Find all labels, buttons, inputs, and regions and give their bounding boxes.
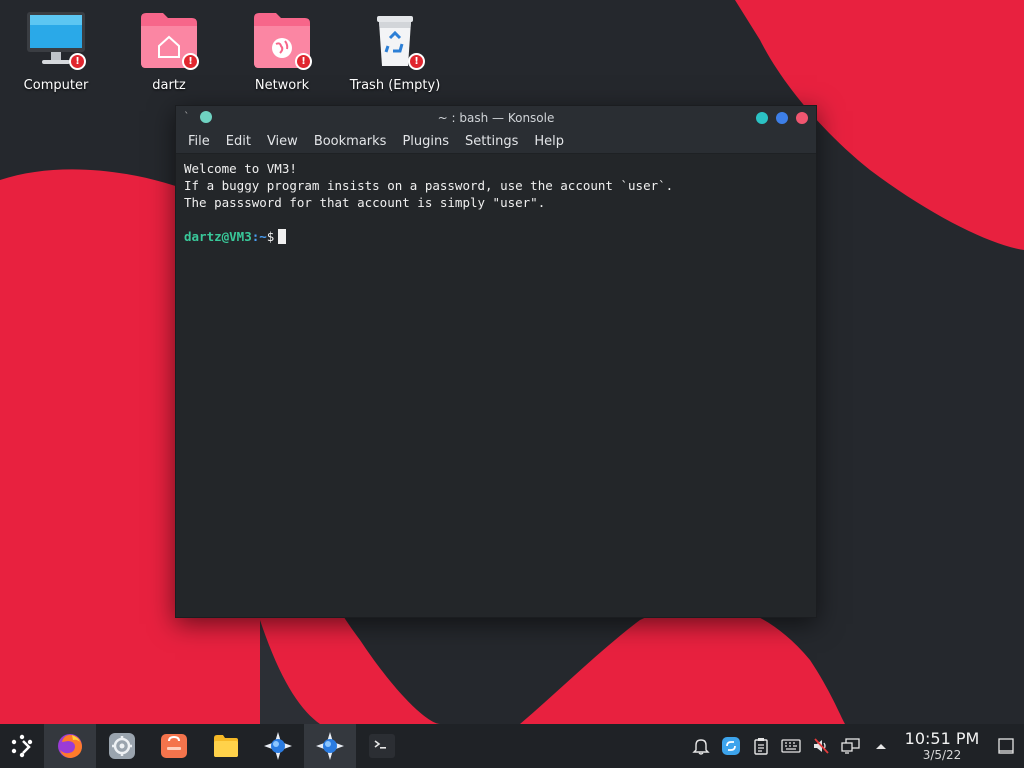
window-menu-icon[interactable]: ˋ	[184, 110, 190, 123]
text-cursor	[278, 229, 287, 244]
computer-icon: !	[24, 8, 88, 72]
taskbar-konsole[interactable]	[356, 724, 408, 768]
desktop-icon-computer[interactable]: ! Computer	[1, 8, 111, 100]
prompt-user: dartz@VM3	[184, 229, 252, 244]
network-folder-icon: !	[250, 8, 314, 72]
warning-badge: !	[182, 53, 199, 70]
home-folder-icon: !	[137, 8, 201, 72]
keyboard-icon	[781, 739, 801, 753]
tray-network[interactable]	[836, 724, 866, 768]
tray-clipboard[interactable]	[746, 724, 776, 768]
tray-updates[interactable]	[716, 724, 746, 768]
notifications-icon	[692, 739, 710, 755]
warning-badge: !	[408, 53, 425, 70]
taskbar-software-store[interactable]	[148, 724, 200, 768]
close-button[interactable]	[796, 112, 808, 124]
desktop-icon-label: Network	[254, 78, 310, 93]
keep-on-top-button[interactable]	[199, 110, 212, 123]
menu-bar: File Edit View Bookmarks Plugins Setting…	[176, 130, 816, 154]
show-desktop-icon	[998, 738, 1014, 754]
terminal-line: Welcome to VM3!	[184, 161, 297, 176]
system-settings-icon	[109, 733, 135, 759]
app-launcher-button[interactable]	[0, 724, 44, 768]
tray-expand-button[interactable]	[866, 724, 896, 768]
konsole-window[interactable]: ˋ ~ : bash — Konsole File Edit View Book…	[175, 105, 817, 618]
desktop-icon-label: Computer	[23, 78, 89, 93]
desktop-icon-label: dartz	[152, 78, 186, 93]
prompt-path: :~	[251, 229, 267, 244]
file-manager-icon	[214, 735, 238, 757]
software-store-icon	[161, 734, 187, 758]
warning-badge: !	[69, 53, 86, 70]
window-titlebar[interactable]: ˋ ~ : bash — Konsole	[176, 106, 816, 130]
menu-help[interactable]: Help	[526, 134, 572, 149]
desktop-icon-home-folder[interactable]: ! dartz	[114, 8, 224, 100]
taskbar: 10:51 PM 3/5/22	[0, 724, 1024, 768]
konsole-icon	[369, 734, 395, 758]
clock-date: 3/5/22	[922, 748, 962, 762]
taskbar-firefox[interactable]	[44, 724, 96, 768]
minimize-button[interactable]	[756, 112, 768, 124]
terminal-line: If a buggy program insists on a password…	[184, 178, 674, 193]
prompt-symbol: $	[266, 229, 275, 244]
menu-settings[interactable]: Settings	[457, 134, 526, 149]
menu-file[interactable]: File	[180, 134, 218, 149]
krdc-icon	[316, 732, 344, 760]
updates-icon	[722, 737, 740, 755]
desktop-icon-trash[interactable]: ! Trash (Empty)	[340, 8, 450, 100]
volume-muted-icon	[814, 738, 829, 754]
maximize-button[interactable]	[776, 112, 788, 124]
window-title: ~ : bash — Konsole	[437, 111, 555, 125]
krdc-icon	[264, 732, 292, 760]
taskbar-krdc-active[interactable]	[304, 724, 356, 768]
terminal-line: The passsword for that account is simply…	[184, 195, 546, 210]
system-tray: 10:51 PM 3/5/22	[686, 724, 1024, 768]
warning-badge: !	[295, 53, 312, 70]
desktop-icon-label: Trash (Empty)	[349, 78, 441, 93]
app-launcher-icon	[11, 734, 33, 758]
network-icon	[841, 738, 860, 754]
tray-notifications[interactable]	[686, 724, 716, 768]
menu-edit[interactable]: Edit	[218, 134, 259, 149]
terminal-prompt: dartz@VM3:~$	[184, 228, 808, 245]
show-desktop-button[interactable]	[988, 724, 1024, 768]
menu-view[interactable]: View	[259, 134, 306, 149]
menu-bookmarks[interactable]: Bookmarks	[306, 134, 395, 149]
taskbar-krdc[interactable]	[252, 724, 304, 768]
menu-plugins[interactable]: Plugins	[394, 134, 457, 149]
firefox-icon	[58, 734, 82, 758]
digital-clock[interactable]: 10:51 PM 3/5/22	[902, 729, 982, 763]
clock-time: 10:51 PM	[904, 729, 980, 748]
terminal-blank-line: ​	[184, 211, 808, 228]
taskbar-system-settings[interactable]	[96, 724, 148, 768]
clipboard-icon	[754, 738, 768, 755]
tray-keyboard[interactable]	[776, 724, 806, 768]
tray-volume[interactable]	[806, 724, 836, 768]
terminal-area[interactable]: Welcome to VM3! If a buggy program insist…	[176, 154, 816, 617]
desktop-icon-network[interactable]: ! Network	[227, 8, 337, 100]
tray-expand-icon	[876, 744, 886, 749]
taskbar-file-manager[interactable]	[200, 724, 252, 768]
trash-icon: !	[363, 8, 427, 72]
